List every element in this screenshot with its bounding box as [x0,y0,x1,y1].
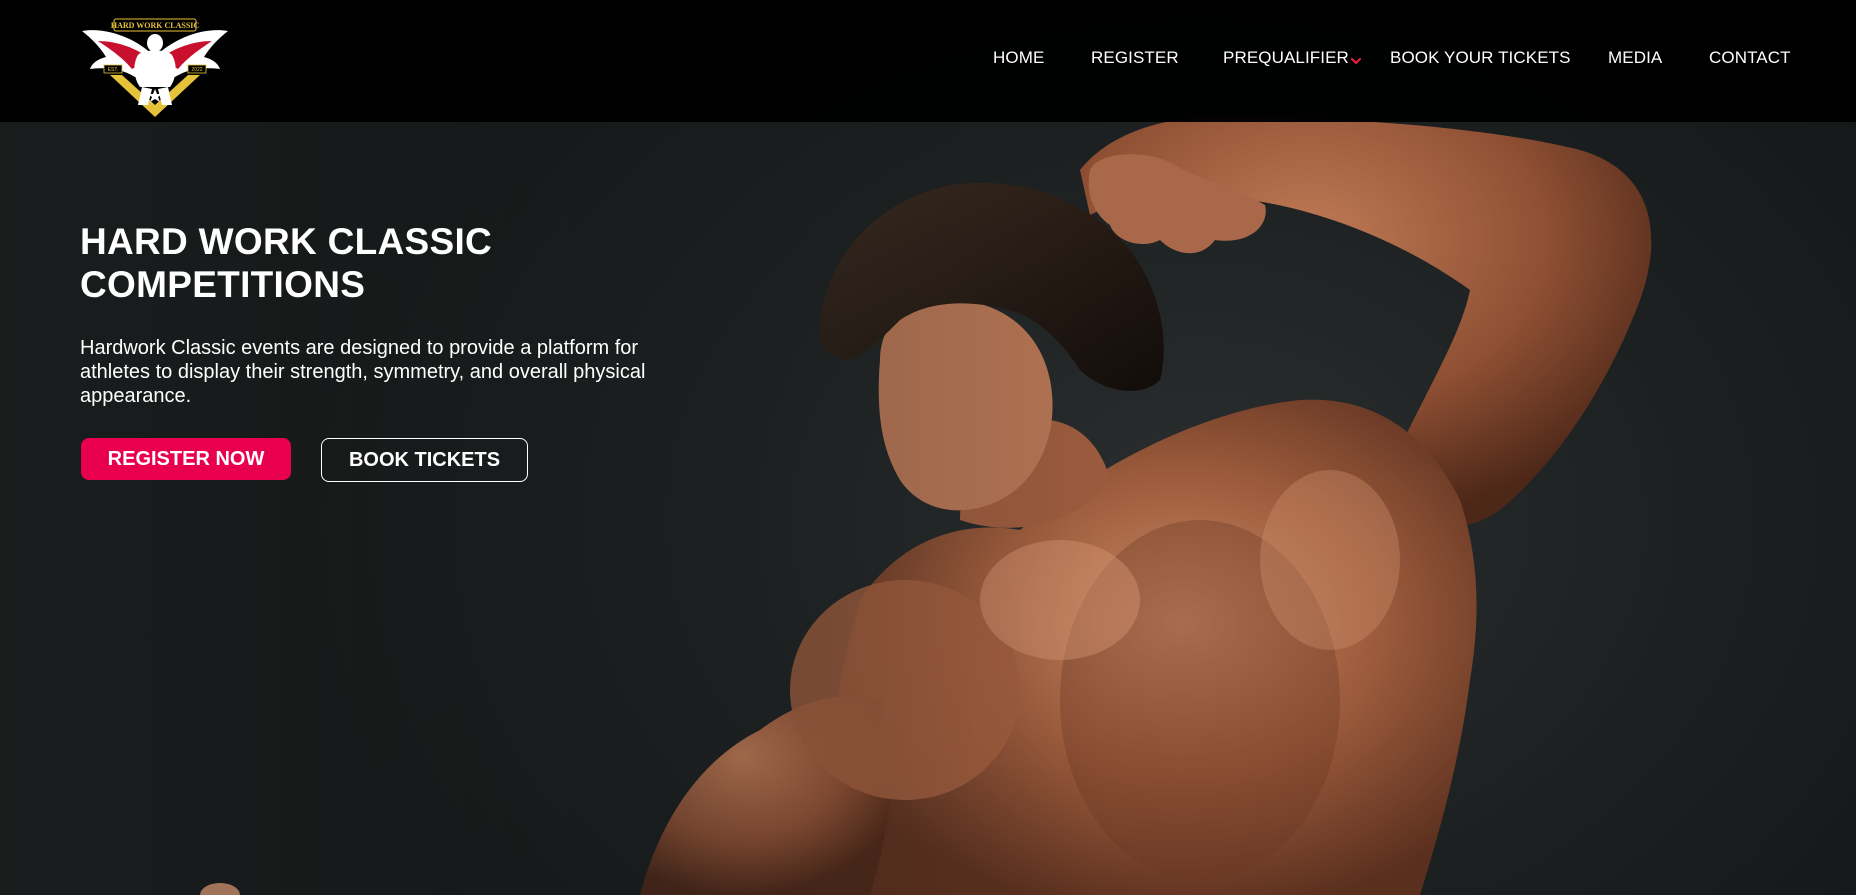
hero-title: HARD WORK CLASSIC COMPETITIONS [80,220,680,306]
nav-book-your-tickets[interactable]: BOOK YOUR TICKETS [1390,48,1571,68]
hero-title-line-1: HARD WORK CLASSIC [80,221,493,262]
nav-prequalifier[interactable]: PREQUALIFIER [1223,48,1349,68]
site-header: HARD WORK CLASSIC EST. 2022 HOME REGISTE… [0,0,1856,122]
nav-home[interactable]: HOME [993,48,1044,68]
nav-contact[interactable]: CONTACT [1709,48,1791,68]
page: HARD WORK CLASSIC EST. 2022 HOME REGISTE… [0,0,1856,896]
register-now-button[interactable]: REGISTER NOW [81,438,291,480]
nav-media[interactable]: MEDIA [1608,48,1662,68]
main-nav: HOME REGISTER PREQUALIFIER BOOK YOUR TIC… [0,0,1856,116]
hero-description: Hardwork Classic events are designed to … [80,337,646,407]
nav-register[interactable]: REGISTER [1091,48,1179,68]
hero-title-line-2: COMPETITIONS [80,264,366,305]
book-tickets-button[interactable]: BOOK TICKETS [321,438,528,482]
chevron-down-icon[interactable] [1349,55,1363,67]
